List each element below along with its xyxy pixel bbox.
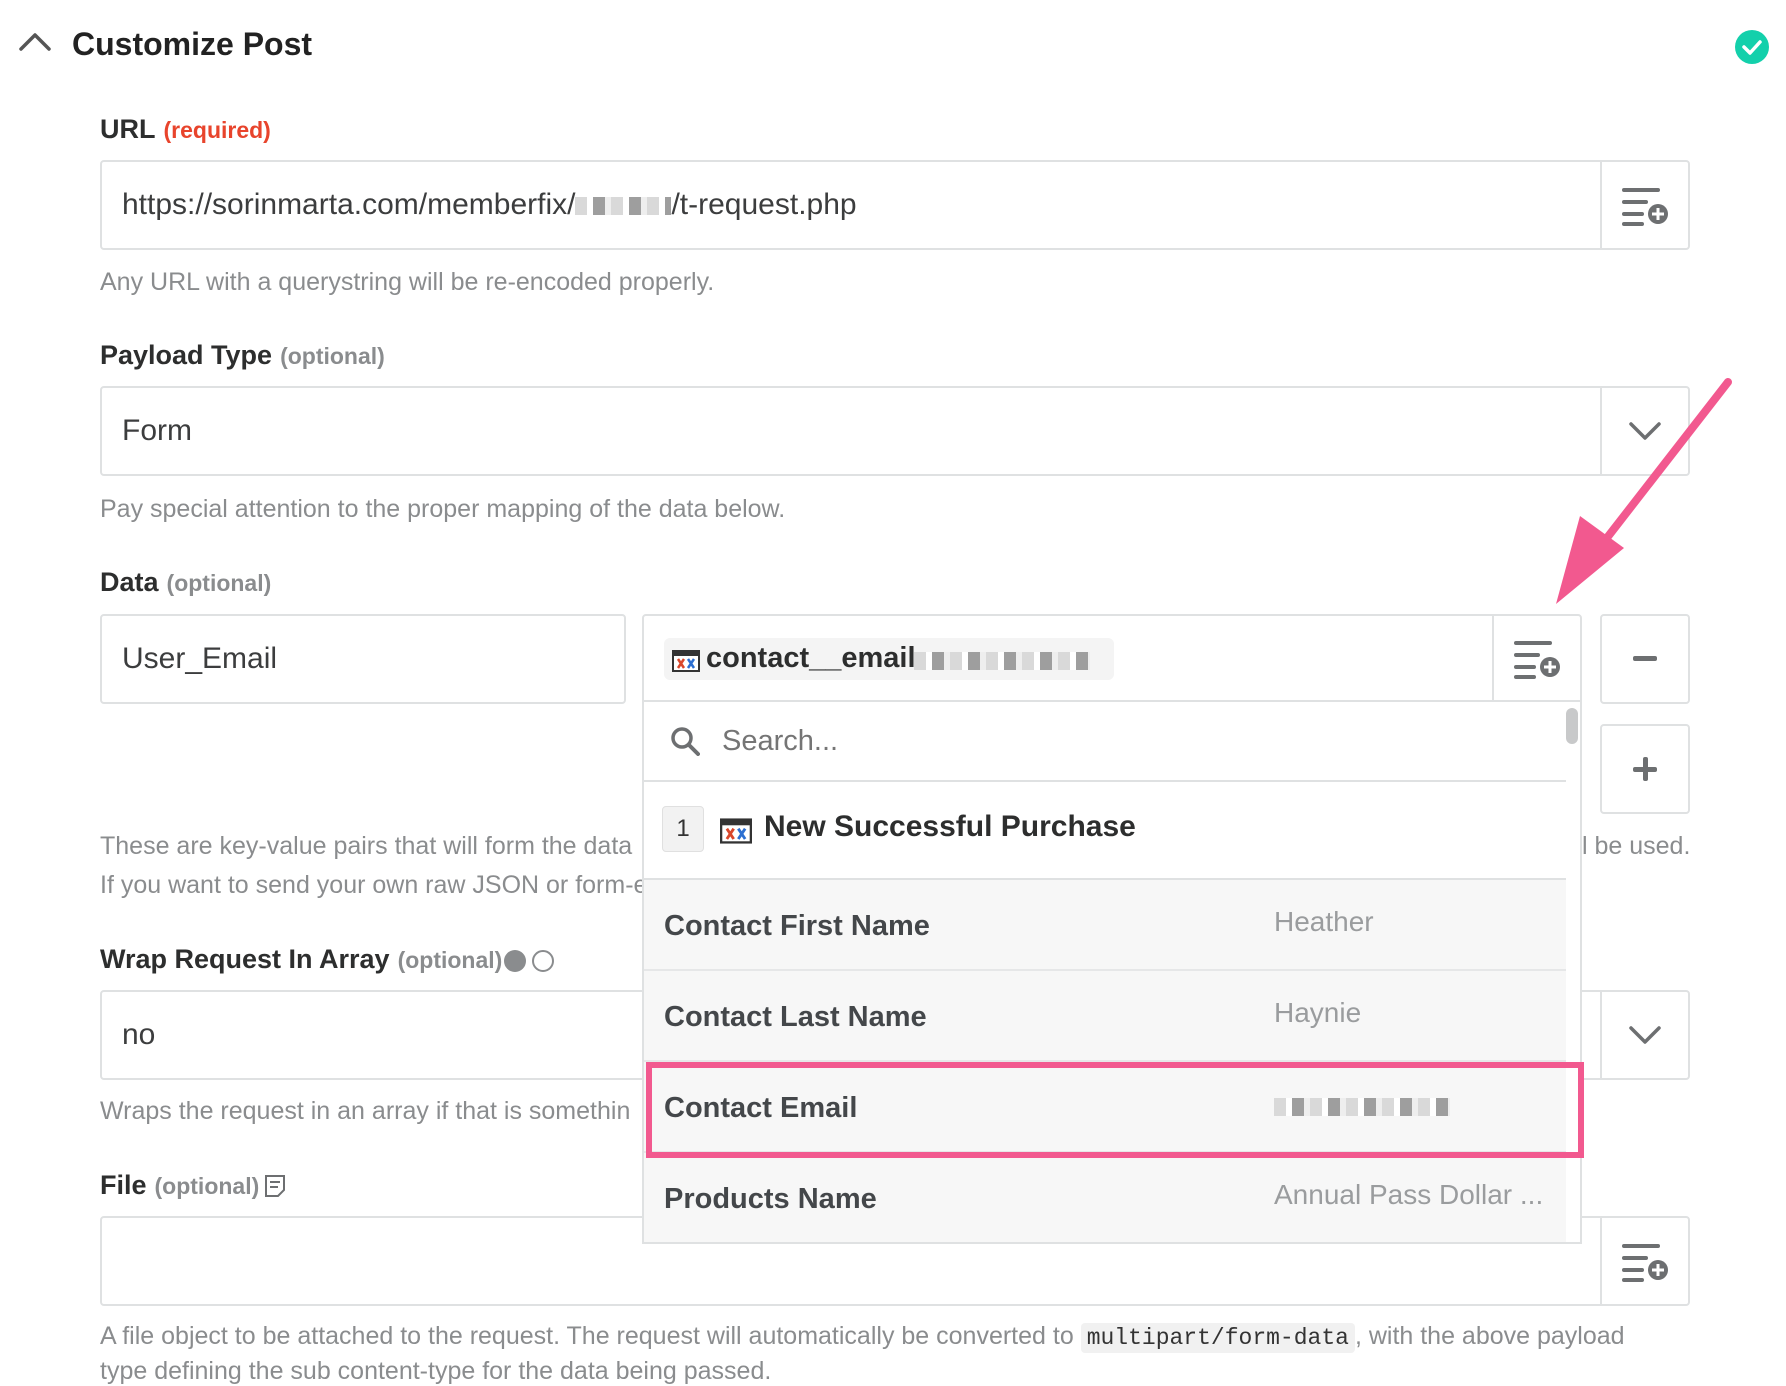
token-label: contact__email: — [706, 642, 926, 674]
url-input[interactable]: https://sorinmarta.com/memberfix//t-requ… — [100, 160, 1690, 250]
chevron-down-icon — [1629, 1026, 1661, 1044]
data-help-line2: If you want to send your own raw JSON or… — [100, 871, 648, 899]
data-help-line1-end: l be used. — [1582, 832, 1691, 860]
toggle-dot-empty-icon[interactable] — [532, 950, 554, 972]
field-key: Contact First Name — [664, 910, 930, 942]
search-input[interactable] — [720, 716, 1484, 766]
list-item[interactable]: Products Name Annual Pass Dollar ... — [644, 1153, 1566, 1242]
wrap-dropdown-button[interactable] — [1600, 992, 1688, 1078]
list-item[interactable]: Contact Last Name Haynie — [644, 971, 1566, 1062]
dropdown-scrollbar[interactable] — [1566, 708, 1578, 744]
mapped-field-token[interactable]: contact__email: — [664, 638, 1114, 680]
search-bar[interactable] — [644, 702, 1566, 782]
wrap-request-label: Wrap Request In Array (optional) — [100, 944, 503, 974]
insert-data-button[interactable] — [1600, 162, 1688, 248]
step-title: New Successful Purchase — [764, 810, 1136, 843]
wrap-help: Wraps the request in an array if that is… — [100, 1097, 631, 1125]
app-logo-icon — [672, 650, 700, 672]
wrap-request-value: no — [122, 1018, 156, 1051]
insert-data-button[interactable] — [1492, 616, 1580, 700]
toggle-dot-filled-icon[interactable] — [504, 950, 526, 972]
optional-tag: (optional) — [154, 1173, 260, 1199]
field-sample-value: Heather — [1274, 906, 1374, 937]
field-key: Products Name — [664, 1183, 877, 1215]
step-header[interactable]: 1 New Successful Purchase — [644, 782, 1566, 880]
code-snippet: multipart/form-data — [1080, 1323, 1355, 1353]
data-key-value: User_Email — [122, 642, 278, 675]
file-help-line2: type defining the sub content-type for t… — [100, 1357, 772, 1385]
redacted-email — [914, 652, 1090, 670]
section-title: Customize Post — [72, 26, 313, 62]
insert-field-icon — [1622, 188, 1668, 226]
list-item[interactable]: Contact First Name Heather — [644, 880, 1566, 971]
file-label: File (optional) — [100, 1170, 260, 1200]
complete-check-icon — [1735, 30, 1769, 64]
annotation-arrow-icon — [1556, 378, 1732, 604]
payload-type-select[interactable]: Form — [100, 386, 1690, 476]
optional-tag: (optional) — [397, 947, 503, 973]
insert-data-button[interactable] — [1600, 1218, 1688, 1304]
file-note-icon — [265, 1175, 285, 1197]
payload-help: Pay special attention to the proper mapp… — [100, 495, 786, 523]
minus-icon — [1633, 656, 1657, 661]
insert-field-icon — [1622, 1244, 1668, 1282]
url-help: Any URL with a querystring will be re-en… — [100, 268, 715, 296]
add-row-button[interactable] — [1600, 724, 1690, 814]
required-tag: (required) — [163, 117, 271, 143]
search-icon — [671, 727, 700, 756]
field-picker-dropdown[interactable]: 1 New Successful Purchase Contact First … — [642, 702, 1582, 1244]
collapse-chevron-icon[interactable] — [18, 30, 52, 52]
optional-tag: (optional) — [166, 570, 272, 596]
field-sample-value: Annual Pass Dollar ... — [1274, 1179, 1544, 1210]
remove-row-button[interactable] — [1600, 614, 1690, 704]
url-value: https://sorinmarta.com/memberfix//t-requ… — [122, 188, 857, 221]
insert-field-icon — [1514, 641, 1560, 679]
data-key-input[interactable]: User_Email — [100, 614, 626, 704]
plus-icon — [1633, 757, 1657, 781]
data-value-input[interactable]: contact__email: — [642, 614, 1582, 702]
url-label: URL (required) — [100, 114, 271, 144]
step-number-badge: 1 — [662, 806, 704, 852]
payload-type-label: Payload Type (optional) — [100, 340, 385, 370]
optional-tag: (optional) — [280, 343, 385, 369]
redacted-segment — [575, 197, 672, 216]
highlight-box — [646, 1062, 1584, 1158]
payload-type-value: Form — [122, 414, 192, 447]
app-logo-icon — [720, 818, 752, 844]
file-help-line1: A file object to be attached to the requ… — [100, 1322, 1625, 1353]
data-help-line1: These are key-value pairs that will form… — [100, 832, 633, 860]
data-label: Data (optional) — [100, 567, 272, 597]
field-key: Contact Last Name — [664, 1001, 927, 1033]
field-sample-value: Haynie — [1274, 997, 1362, 1028]
